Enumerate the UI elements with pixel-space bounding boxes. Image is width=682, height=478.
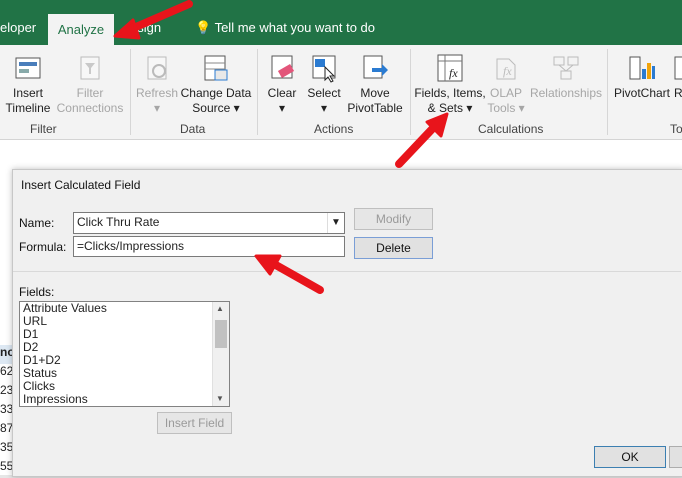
dialog-divider <box>13 271 681 272</box>
chevron-down-icon[interactable]: ▼ <box>327 213 344 233</box>
scroll-down-icon[interactable]: ▼ <box>216 394 224 403</box>
chevron-down-icon: ▾ <box>515 101 525 115</box>
refresh-icon <box>147 56 167 80</box>
fields-items-sets-button[interactable]: fx Fields, Items, & Sets ▾ <box>414 53 486 116</box>
ribbon-tab-bar: eloper Analyze esign 💡 Tell me what you … <box>0 0 682 45</box>
ok-button[interactable]: OK <box>594 446 666 468</box>
insert-field-button[interactable]: Insert Field <box>157 412 232 434</box>
filter-connections-button[interactable]: Filter Connections <box>54 53 126 116</box>
scrollbar-thumb[interactable] <box>215 320 227 348</box>
fields-scrollbar[interactable]: ▲ ▼ <box>212 302 229 406</box>
chevron-down-icon: ▾ <box>230 101 240 115</box>
group-label-calculations: Calculations <box>478 122 544 136</box>
group-separator <box>130 49 131 135</box>
list-item[interactable]: URL <box>20 315 229 328</box>
olap-tools-button[interactable]: fx OLAP Tools ▾ <box>486 53 526 116</box>
cancel-button-partial[interactable] <box>669 446 682 468</box>
olap-tools-label-1: OLAP <box>489 86 522 100</box>
change-data-source-label-1: Change Data <box>180 86 252 100</box>
svg-text:fx: fx <box>503 64 512 78</box>
refresh-dropdown-icon: ▾ <box>153 101 161 115</box>
timeline-icon <box>15 57 41 79</box>
group-separator <box>257 49 258 135</box>
change-data-source-icon <box>204 55 228 81</box>
name-combobox[interactable]: Click Thru Rate ▼ <box>73 212 345 234</box>
insert-timeline-label-1: Insert <box>12 86 43 100</box>
chevron-down-icon: ▾ <box>320 101 328 115</box>
recommended-pivottables-button[interactable]: R <box>674 53 682 101</box>
tab-design[interactable]: esign <box>130 20 161 35</box>
name-value: Click Thru Rate <box>77 215 160 229</box>
fields-items-sets-label-1: Fields, Items, <box>414 86 486 100</box>
clear-label: Clear <box>267 86 297 100</box>
filter-connections-icon <box>80 56 100 80</box>
svg-text:fx: fx <box>449 66 458 80</box>
list-item[interactable]: Impressions <box>20 393 229 406</box>
recommended-pivottables-icon <box>674 56 682 80</box>
pivotchart-icon <box>629 56 655 80</box>
move-pivottable-label-2: PivotTable <box>347 101 403 115</box>
filter-connections-label-1: Filter <box>76 86 104 100</box>
insert-timeline-label-2: Timeline <box>5 101 51 115</box>
group-label-tools: To <box>670 122 682 136</box>
move-pivottable-button[interactable]: Move PivotTable <box>344 53 406 116</box>
formula-fx-icon: fx <box>437 54 463 82</box>
move-pivottable-icon <box>363 55 388 79</box>
insert-timeline-button[interactable]: Insert Timeline <box>4 53 52 116</box>
group-separator <box>410 49 411 135</box>
select-icon <box>312 55 336 83</box>
delete-button[interactable]: Delete <box>354 237 433 259</box>
lightbulb-icon: 💡 <box>195 20 212 35</box>
list-item[interactable]: Attribute Values <box>20 302 229 315</box>
filter-connections-label-2: Connections <box>56 101 124 115</box>
change-data-source-button[interactable]: Change Data Source ▾ <box>180 53 252 116</box>
pivotchart-button[interactable]: PivotChart <box>612 53 672 101</box>
fields-label: Fields: <box>19 285 55 299</box>
insert-calculated-field-dialog: Insert Calculated Field Name: Click Thru… <box>12 169 682 477</box>
eraser-icon <box>271 55 295 79</box>
ribbon: Insert Timeline Filter Connections Filte… <box>0 45 682 140</box>
scroll-up-icon[interactable]: ▲ <box>216 304 224 313</box>
olap-tools-icon: fx <box>496 58 516 80</box>
formula-input[interactable]: =Clicks/Impressions <box>73 236 345 257</box>
tab-developer[interactable]: eloper <box>0 20 36 35</box>
tell-me-label: Tell me what you want to do <box>214 20 375 35</box>
select-button[interactable]: Select ▾ <box>304 53 344 116</box>
select-label: Select <box>307 86 341 100</box>
chevron-down-icon: ▾ <box>463 101 473 115</box>
group-label-actions: Actions <box>314 122 354 136</box>
clear-button[interactable]: Clear ▾ <box>264 53 300 116</box>
refresh-label: Refresh <box>135 86 179 100</box>
change-data-source-label-2: Source <box>192 101 231 115</box>
chevron-down-icon: ▾ <box>278 101 286 115</box>
move-pivottable-label-1: Move <box>360 86 390 100</box>
modify-button[interactable]: Modify <box>354 208 433 230</box>
fields-items-sets-label-2: & Sets <box>427 101 463 115</box>
tab-analyze[interactable]: Analyze <box>48 14 114 45</box>
pivotchart-label: PivotChart <box>613 86 671 100</box>
group-separator <box>607 49 608 135</box>
group-label-data: Data <box>180 122 206 136</box>
dialog-title: Insert Calculated Field <box>21 178 141 192</box>
name-label: Name: <box>19 216 55 230</box>
recommended-label: R <box>674 86 682 100</box>
tell-me-search[interactable]: 💡 Tell me what you want to do <box>195 20 375 36</box>
group-label-filter: Filter <box>30 122 57 136</box>
relationships-label: Relationships <box>529 86 603 100</box>
relationships-button[interactable]: Relationships <box>528 53 604 101</box>
olap-tools-label-2: Tools <box>487 101 516 115</box>
fields-listbox[interactable]: Attribute Values URL D1 D2 D1+D2 Status … <box>19 301 230 407</box>
relationships-icon <box>553 56 579 80</box>
formula-label: Formula: <box>19 240 67 254</box>
refresh-button[interactable]: Refresh ▾ <box>134 53 180 116</box>
list-item[interactable]: D1 <box>20 328 229 341</box>
